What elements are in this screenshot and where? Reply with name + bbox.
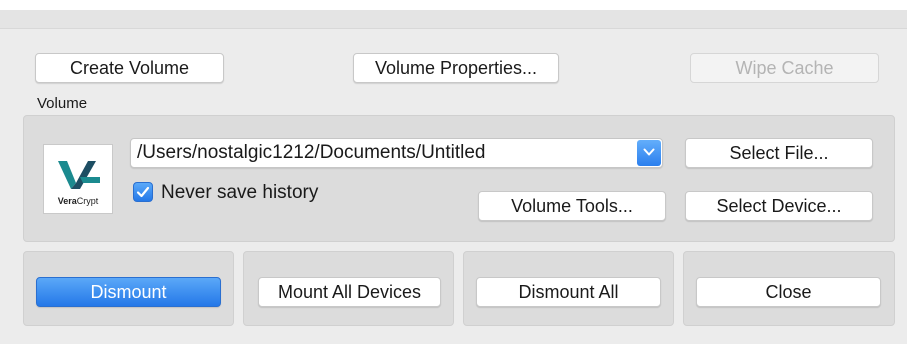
create-volume-button[interactable]: Create Volume	[35, 53, 224, 83]
volume-section-label: Volume	[37, 95, 88, 112]
veracrypt-main-window: Create Volume Volume Properties... Wipe …	[0, 0, 907, 344]
volume-path-combobox[interactable]: /Users/nostalgic1212/Documents/Untitled	[130, 138, 663, 168]
veracrypt-logo-icon	[58, 161, 100, 189]
select-device-button[interactable]: Select Device...	[685, 191, 873, 221]
mount-all-devices-button[interactable]: Mount All Devices	[258, 277, 441, 307]
volume-tools-button[interactable]: Volume Tools...	[478, 191, 666, 221]
chevron-down-icon	[643, 148, 655, 156]
title-bar-area	[0, 0, 907, 10]
dropdown-button[interactable]	[637, 140, 661, 166]
volume-list-edge	[0, 10, 907, 29]
never-save-history-label[interactable]: Never save history	[161, 182, 318, 204]
never-save-history-checkbox[interactable]	[133, 182, 153, 202]
wipe-cache-button[interactable]: Wipe Cache	[690, 53, 879, 83]
checkmark-icon	[136, 186, 150, 198]
volume-properties-button[interactable]: Volume Properties...	[353, 53, 559, 83]
volume-path-value[interactable]: /Users/nostalgic1212/Documents/Untitled	[137, 142, 486, 164]
dismount-all-button[interactable]: Dismount All	[476, 277, 661, 307]
close-button[interactable]: Close	[696, 277, 881, 307]
dismount-button[interactable]: Dismount	[36, 277, 221, 307]
veracrypt-logo: VeraCrypt	[43, 144, 113, 214]
veracrypt-logo-text: VeraCrypt	[57, 196, 99, 206]
volume-panel	[23, 115, 895, 242]
select-file-button[interactable]: Select File...	[685, 138, 873, 168]
